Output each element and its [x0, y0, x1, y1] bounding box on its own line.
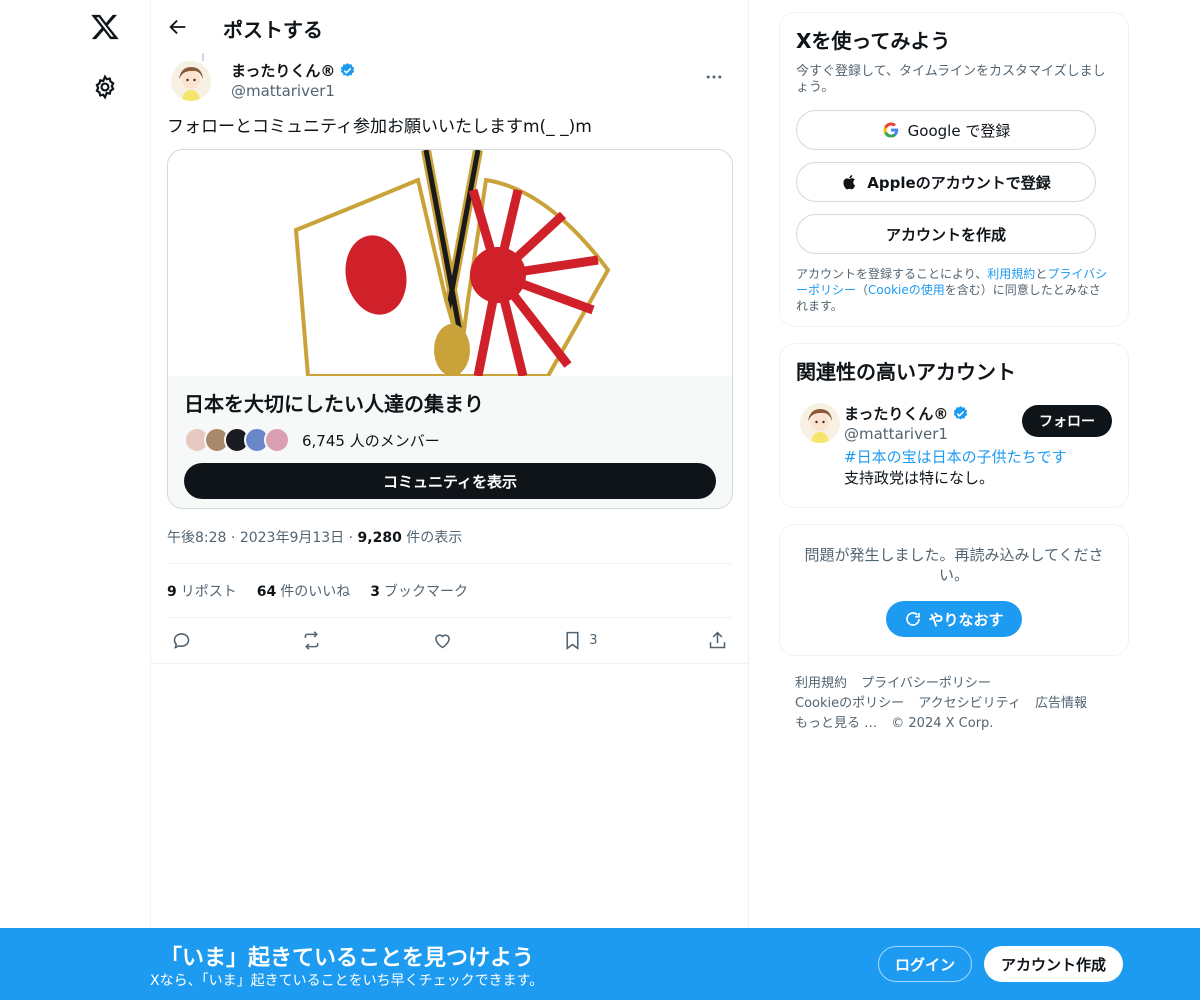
more-link[interactable]: もっと見る … [795, 716, 877, 731]
related-account[interactable]: まったりくん® @mattariver1 フォロー #日本の宝は日本の子供たちで… [796, 395, 1112, 495]
post-meta: 午後8:28 · 2023年9月13日 · 9,280 件の表示 [167, 509, 732, 564]
signup-button[interactable]: アカウント作成 [984, 946, 1123, 982]
verified-icon [954, 406, 968, 420]
footer-link[interactable]: プライバシーポリシー [861, 676, 991, 691]
apple-icon [843, 174, 856, 190]
share-button[interactable] [707, 630, 728, 651]
bottom-signup-bar: 「いま」起きていることを見つけよう Xなら、「いま」起きていることをいち早くチェ… [0, 928, 1200, 1000]
footer-link[interactable]: アクセシビリティ [918, 696, 1021, 711]
footer-link[interactable]: 広告情報 [1035, 696, 1087, 711]
more-icon[interactable] [704, 67, 724, 87]
signup-subtitle: 今すぐ登録して、タイムラインをカスタマイズしましょう。 [796, 64, 1106, 95]
google-signup-button[interactable]: Google で登録 [796, 110, 1096, 150]
related-bio: #日本の宝は日本の子供たちです 支持政党は特になし。 [844, 448, 1067, 487]
bookmark-count: 3 [589, 633, 598, 648]
apple-signup-button[interactable]: Appleのアカウントで登録 [796, 162, 1096, 202]
like-button[interactable] [432, 630, 453, 651]
page-header: ポストする [151, 0, 748, 53]
signup-title: Xを使ってみよう [796, 29, 951, 53]
share-icon [709, 631, 726, 649]
repost-stat[interactable]: 9 リポスト [167, 581, 237, 601]
x-logo-icon[interactable] [90, 12, 120, 42]
post-author: まったりくん® @mattariver1 [167, 53, 732, 113]
bottom-bar-title: 「いま」起きていることを見つけよう [160, 946, 535, 971]
view-community-button[interactable]: コミュニティを表示 [184, 463, 716, 499]
follow-button[interactable]: フォロー [1022, 405, 1112, 437]
error-message: 問題が発生しました。再読み込みしてください。 [804, 546, 1104, 584]
community-members: 6,745 人のメンバー [184, 425, 716, 455]
footer-links: 利用規約 プライバシーポリシー Cookieのポリシー アクセシビリティ 広告情… [779, 672, 1129, 736]
create-account-button[interactable]: アカウントを作成 [796, 214, 1096, 254]
like-stat[interactable]: 64 件のいいね [257, 581, 350, 601]
retry-button[interactable]: やりなおす [886, 601, 1022, 637]
left-rail [0, 0, 150, 1000]
thread-line [202, 53, 204, 61]
footer-link[interactable]: 利用規約 [795, 676, 847, 691]
view-count: 9,280 [357, 530, 402, 546]
bookmark-icon [566, 631, 579, 650]
refresh-icon [906, 612, 921, 626]
author-handle[interactable]: @mattariver1 [231, 82, 335, 100]
post-actions: 3 [151, 618, 748, 664]
google-icon [883, 122, 898, 138]
bookmark-stat[interactable]: 3 ブックマーク [370, 581, 468, 601]
view-label: 件の表示 [406, 530, 463, 546]
footer-link[interactable]: Cookieのポリシー [795, 696, 904, 711]
community-image [168, 150, 732, 378]
terms-text: アカウントを登録することにより、利用規約とプライバシーポリシー（Cookieの使… [796, 267, 1108, 313]
author-name[interactable]: まったりくん® [231, 60, 356, 81]
error-box: 問題が発生しました。再読み込みしてください。 やりなおす [779, 524, 1129, 656]
bookmark-button[interactable]: 3 [562, 630, 598, 651]
signup-box: Xを使ってみよう 今すぐ登録して、タイムラインをカスタマイズしましょう。 Goo… [779, 12, 1129, 327]
member-avatar [264, 427, 290, 453]
bottom-bar-subtitle: Xなら、「いま」起きていることをいち早くチェックできます。 [150, 973, 544, 989]
post-text: フォローとコミュニティ参加お願いいたしますm(_ _)m [167, 117, 592, 137]
related-handle[interactable]: @mattariver1 [844, 425, 948, 443]
related-title: 関連性の高いアカウント [796, 360, 1016, 384]
community-title: 日本を大切にしたい人達の集まり [184, 392, 484, 416]
community-card[interactable]: 日本を大切にしたい人達の集まり 6,745 人のメンバー コミュニティを表示 [167, 149, 733, 509]
related-name[interactable]: まったりくん® [844, 403, 969, 424]
repost-icon [305, 631, 319, 650]
hashtag-link[interactable]: #日本の宝は日本の子供たちです [844, 448, 1067, 466]
post-stats: 9 リポスト 64 件のいいね 3 ブックマーク [167, 564, 732, 618]
repost-button[interactable] [301, 630, 322, 651]
reply-icon [173, 633, 190, 649]
copyright: © 2024 X Corp. [891, 716, 994, 731]
terms-link[interactable]: 利用規約 [987, 267, 1035, 281]
page-title: ポストする [223, 18, 323, 42]
reply-button[interactable] [171, 630, 192, 651]
avatar[interactable] [171, 61, 211, 101]
related-accounts-box: 関連性の高いアカウント まったりくん® @mattariver1 フォロー #日… [779, 343, 1129, 508]
login-button[interactable]: ログイン [878, 946, 972, 982]
back-arrow-icon[interactable] [167, 16, 189, 38]
right-sidebar: Xを使ってみよう 今すぐ登録して、タイムラインをカスタマイズしましょう。 Goo… [779, 12, 1129, 736]
post: まったりくん® @mattariver1 フォローとコミュニティ参加お願いいたし… [151, 53, 748, 664]
avatar[interactable] [800, 403, 840, 443]
member-count: 6,745 人のメンバー [302, 431, 440, 450]
community-info: 日本を大切にしたい人達の集まり 6,745 人のメンバー コミュニティを表示 [168, 376, 732, 508]
verified-icon [341, 63, 355, 77]
gear-icon[interactable] [92, 74, 118, 100]
cookie-link[interactable]: Cookieの使用 [868, 283, 945, 297]
member-avatars [184, 427, 290, 453]
post-time[interactable]: 午後8:28 [167, 530, 226, 546]
like-icon [434, 634, 450, 649]
post-date[interactable]: 2023年9月13日 [240, 530, 344, 546]
main-column: ポストする まったりくん® @mattariver1 フォローとコミュニティ参加… [150, 0, 749, 1000]
